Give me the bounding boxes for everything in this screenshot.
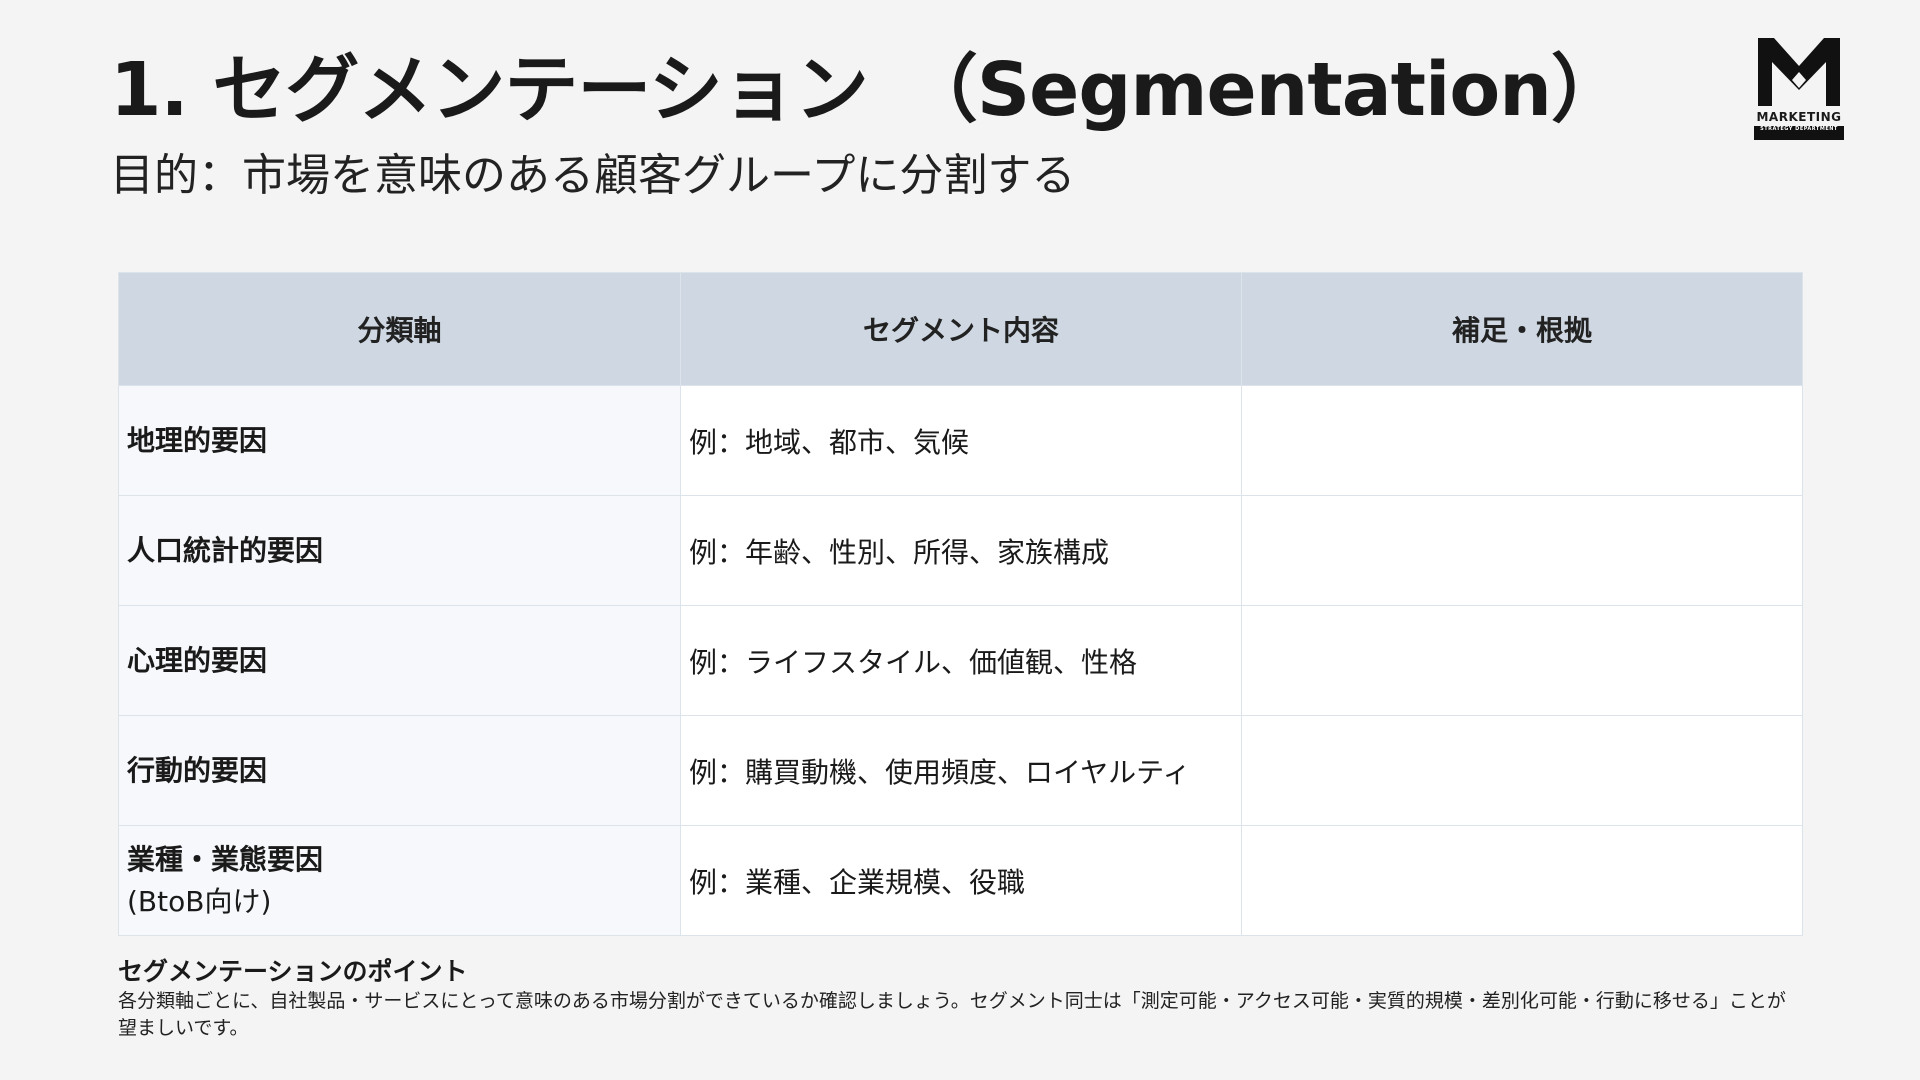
m-logo-icon	[1758, 38, 1840, 106]
note-cell	[1241, 605, 1803, 716]
axis-label: 業種・業態要因	[127, 842, 324, 876]
header-axis: 分類軸	[118, 272, 681, 386]
note-cell	[1241, 715, 1803, 826]
table-row: 業種・業態要因 (BtoB向け) 例：業種、企業規模、役職	[118, 825, 1803, 936]
axis-label: 地理的要因	[127, 423, 268, 457]
axis-sublabel: (BtoB向け)	[127, 884, 272, 918]
table-row: 人口統計的要因 例：年齢、性別、所得、家族構成	[118, 495, 1803, 606]
note-cell	[1241, 385, 1803, 496]
segmentation-table: 分類軸 セグメント内容 補足・根拠 地理的要因 例：地域、都市、気候 人口統計的…	[118, 272, 1803, 936]
axis-cell: 心理的要因	[118, 605, 681, 716]
header-segment-content: セグメント内容	[680, 272, 1242, 386]
axis-cell: 人口統計的要因	[118, 495, 681, 606]
point-body: 各分類軸ごとに、自社製品・サービスにとって意味のある市場分割ができているか確認し…	[118, 990, 1786, 1039]
slide-title: 1. セグメンテーション （Segmentation）	[110, 47, 1625, 133]
content-cell: 例：ライフスタイル、価値観、性格	[680, 605, 1242, 716]
axis-label: 心理的要因	[127, 643, 268, 677]
axis-label: 人口統計的要因	[127, 533, 324, 567]
table-row: 行動的要因 例：購買動機、使用頻度、ロイヤルティ	[118, 715, 1803, 826]
axis-cell: 地理的要因	[118, 385, 681, 496]
axis-cell: 行動的要因	[118, 715, 681, 826]
table-header-row: 分類軸 セグメント内容 補足・根拠	[118, 272, 1803, 386]
content-cell: 例：購買動機、使用頻度、ロイヤルティ	[680, 715, 1242, 826]
content-cell: 例：地域、都市、気候	[680, 385, 1242, 496]
content-cell: 例：業種、企業規模、役職	[680, 825, 1242, 936]
table-row: 心理的要因 例：ライフスタイル、価値観、性格	[118, 605, 1803, 716]
note-cell	[1241, 495, 1803, 606]
axis-label: 行動的要因	[127, 753, 268, 787]
point-title: セグメンテーションのポイント	[118, 957, 468, 986]
marketing-logo: MARKETING STRATEGY DEPARTMENT	[1752, 36, 1846, 150]
logo-subtext: STRATEGY DEPARTMENT	[1754, 126, 1844, 140]
logo-text: MARKETING	[1756, 110, 1842, 124]
note-cell	[1241, 825, 1803, 936]
header-notes: 補足・根拠	[1241, 272, 1803, 386]
content-cell: 例：年齢、性別、所得、家族構成	[680, 495, 1242, 606]
axis-cell: 業種・業態要因 (BtoB向け)	[118, 825, 681, 936]
slide-subtitle: 目的：市場を意味のある顧客グループに分割する	[110, 150, 1076, 201]
table-row: 地理的要因 例：地域、都市、気候	[118, 385, 1803, 496]
